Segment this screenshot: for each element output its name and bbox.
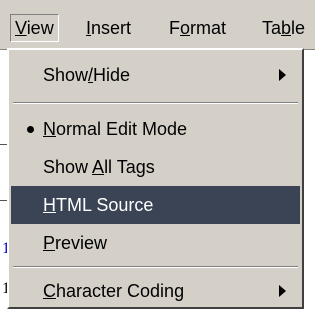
menu-item-character-coding[interactable]: Character Coding	[11, 272, 300, 310]
radio-bullet-icon	[27, 126, 34, 133]
menu-item-label: Character Coding	[43, 281, 185, 301]
submenu-arrow-icon	[279, 285, 286, 297]
menu-insert[interactable]: Insert	[82, 14, 135, 42]
menu-view[interactable]: View	[10, 14, 59, 42]
view-dropdown-menu: Show/Hide Normal Edit Mode Show All Tags…	[7, 48, 304, 309]
menu-item-label: HTML Source	[43, 195, 154, 215]
menu-view-label: View	[15, 18, 54, 38]
menu-item-label: Normal Edit Mode	[43, 119, 188, 139]
menu-item-html-source[interactable]: HTML Source	[11, 186, 300, 224]
menu-item-label: Show All Tags	[43, 157, 155, 177]
menu-item-label: Show/Hide	[43, 65, 131, 85]
menu-item-label: Preview	[43, 233, 108, 253]
menu-separator	[13, 102, 298, 104]
menu-insert-label: Insert	[86, 18, 132, 38]
menubar: View Insert Format Table	[0, 0, 315, 50]
menu-item-show-all-tags[interactable]: Show All Tags	[11, 148, 300, 186]
menu-table[interactable]: Table	[258, 14, 309, 42]
menu-item-normal-edit-mode[interactable]: Normal Edit Mode	[11, 110, 300, 148]
menu-separator	[13, 266, 298, 268]
menu-item-preview[interactable]: Preview	[11, 224, 300, 262]
submenu-arrow-icon	[279, 69, 286, 81]
menu-format[interactable]: Format	[165, 14, 230, 42]
menu-format-label: Format	[169, 18, 227, 38]
menu-item-show-hide[interactable]: Show/Hide	[11, 56, 300, 94]
menu-table-label: Table	[262, 18, 306, 38]
